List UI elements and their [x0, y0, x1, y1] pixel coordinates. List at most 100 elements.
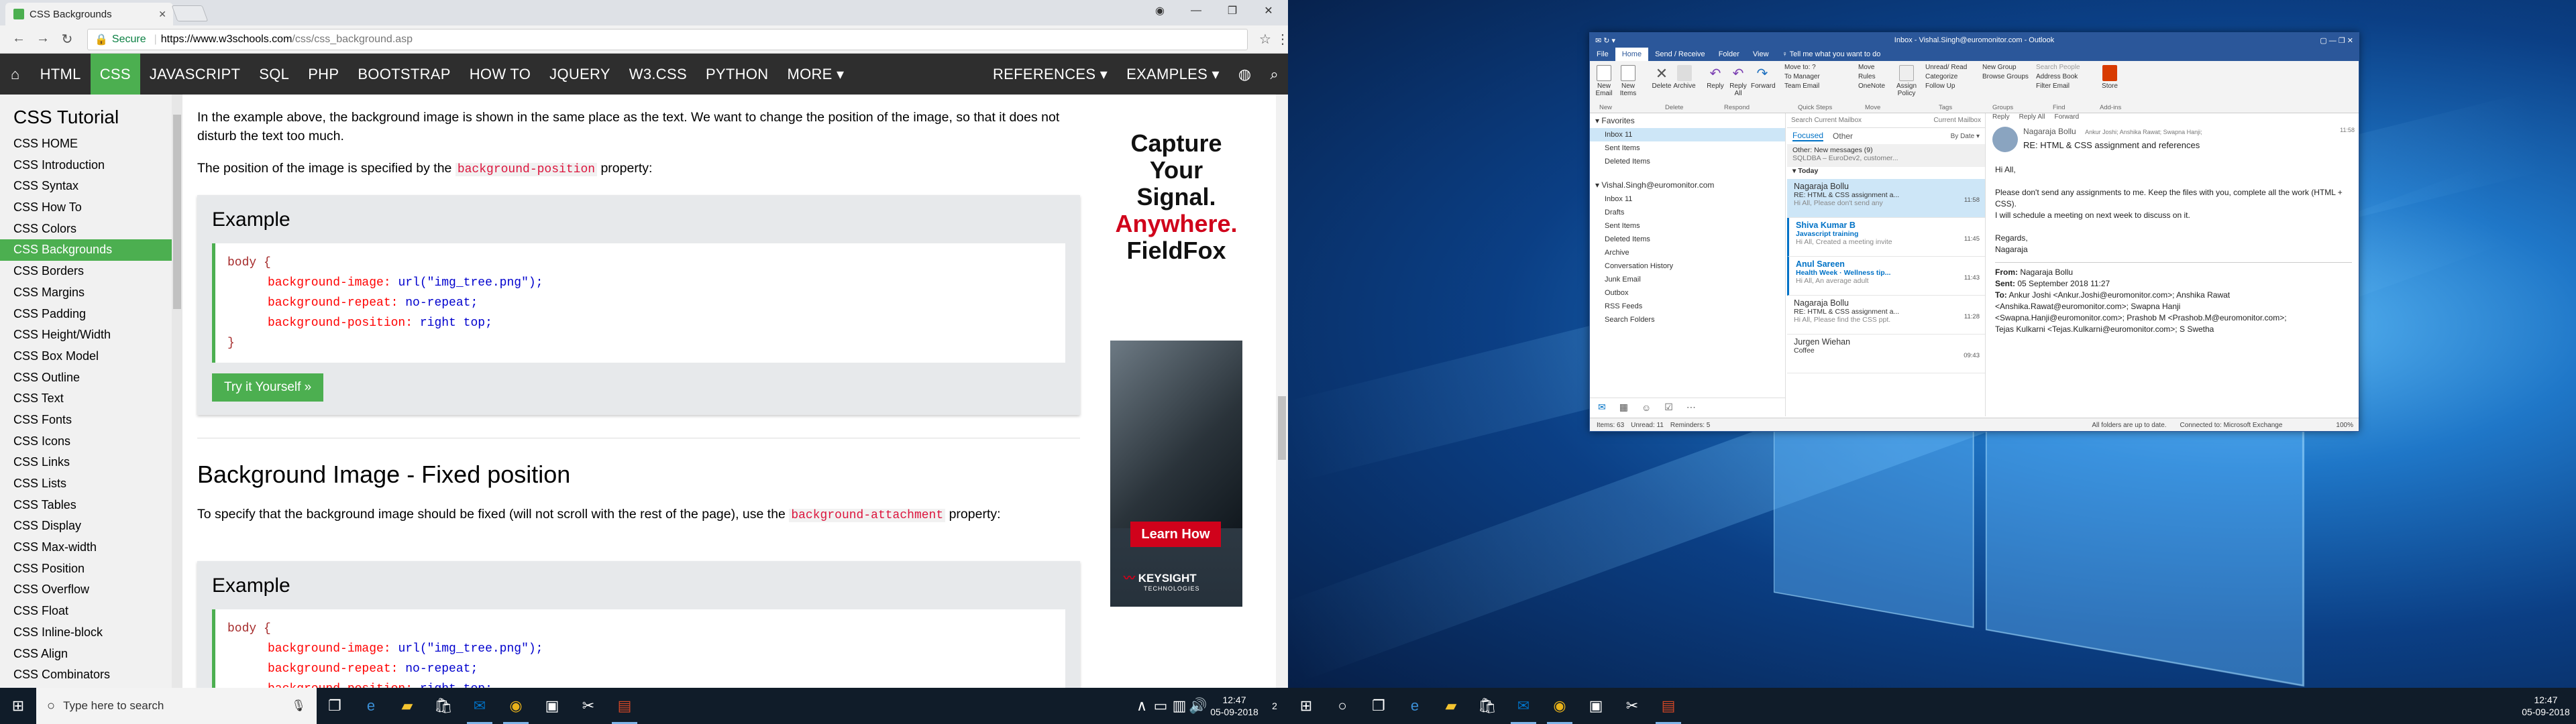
unread-read-button[interactable]: Unread/ Read: [1925, 64, 1967, 71]
nav-examples[interactable]: EXAMPLES ▾: [1117, 54, 1229, 95]
network-icon[interactable]: ▥: [1170, 688, 1189, 724]
status-reminders[interactable]: Reminders: 5: [1670, 422, 1710, 429]
store-button[interactable]: Store: [2098, 65, 2121, 90]
message-item[interactable]: Nagaraja Bollu RE: HTML & CSS assignment …: [1787, 179, 1985, 218]
quickstep-move-to[interactable]: Move to: ?: [1784, 64, 1816, 71]
nav-sql[interactable]: SQL: [250, 54, 299, 95]
nav-howto[interactable]: HOW TO: [460, 54, 540, 95]
back-icon[interactable]: ←: [9, 31, 28, 46]
sidebar-item[interactable]: CSS Position: [0, 558, 182, 580]
close-tab-icon[interactable]: ✕: [158, 9, 166, 20]
nav-css[interactable]: CSS: [90, 54, 140, 95]
task-view-icon[interactable]: ❐: [1360, 688, 1397, 724]
follow-up-button[interactable]: Follow Up: [1925, 82, 1955, 90]
windows-start-icon[interactable]: ⊞: [1288, 688, 1324, 724]
status-zoom[interactable]: 100%: [2336, 422, 2353, 429]
tab-folder[interactable]: Folder: [1712, 48, 1746, 61]
message-item[interactable]: Shiva Kumar B Javascript training Hi All, …: [1787, 218, 1985, 257]
nav-jquery[interactable]: JQUERY: [540, 54, 620, 95]
photos-icon[interactable]: ▣: [534, 688, 570, 724]
page-scroll-thumb[interactable]: [1278, 396, 1286, 460]
store-icon[interactable]: 🛍: [1469, 688, 1505, 724]
folder-item[interactable]: Search Folders: [1590, 313, 1785, 326]
search-people-input[interactable]: Search People: [2036, 64, 2080, 71]
outlook-icon[interactable]: ✉: [1505, 688, 1542, 724]
reply-all-button[interactable]: ↶ Reply All: [1727, 65, 1750, 97]
page-scrollbar[interactable]: [1276, 95, 1288, 688]
powerpoint-icon[interactable]: ▤: [1650, 688, 1686, 724]
restore-button[interactable]: ❐: [1214, 0, 1250, 21]
edge-icon[interactable]: e: [353, 688, 389, 724]
store-icon[interactable]: 🛍: [425, 688, 462, 724]
forward-icon[interactable]: →: [34, 31, 52, 46]
calendar-icon[interactable]: ▦: [1619, 402, 1628, 413]
action-center-icon[interactable]: 2: [1261, 688, 1288, 724]
new-items-button[interactable]: New Items: [1617, 65, 1640, 97]
clock[interactable]: 12:47 05-09-2018: [2516, 694, 2576, 718]
tab-send-receive[interactable]: Send / Receive: [1648, 48, 1712, 61]
tab-file[interactable]: File: [1590, 48, 1615, 61]
browser-tab[interactable]: CSS Backgrounds ✕: [5, 3, 173, 25]
forward-action[interactable]: Forward: [2054, 113, 2079, 124]
message-item[interactable]: Nagaraja Bollu RE: HTML & CSS assignment …: [1787, 296, 1985, 335]
reload-icon[interactable]: ↻: [58, 31, 76, 48]
nav-php[interactable]: PHP: [299, 54, 348, 95]
reply-button[interactable]: ↶ Reply: [1704, 65, 1727, 90]
people-icon[interactable]: ☺: [1642, 402, 1651, 413]
advertisement[interactable]: Capture Your Signal. Anywhere. FieldFox …: [1110, 106, 1242, 607]
tab-other[interactable]: Other: [1833, 131, 1853, 141]
powerpoint-icon[interactable]: ▤: [606, 688, 643, 724]
microphone-icon[interactable]: 🎙: [291, 699, 306, 713]
more-icon[interactable]: ⋯: [1686, 402, 1696, 413]
window-controls[interactable]: ▢ — ❐ ✕: [2320, 36, 2353, 45]
nav-more[interactable]: MORE ▾: [777, 54, 853, 95]
search-icon[interactable]: ⌕: [1260, 54, 1288, 95]
sidebar-item[interactable]: CSS Links: [0, 452, 182, 473]
nav-bootstrap[interactable]: BOOTSTRAP: [348, 54, 460, 95]
nav-html[interactable]: HTML: [31, 54, 91, 95]
mail-icon[interactable]: ✉: [1598, 402, 1606, 413]
assign-policy-button[interactable]: Assign Policy: [1893, 65, 1920, 97]
nav-references[interactable]: REFERENCES ▾: [983, 54, 1117, 95]
quickstep-team-email[interactable]: Team Email: [1784, 82, 1819, 90]
sort-dropdown[interactable]: By Date ▾: [1951, 133, 1980, 140]
file-explorer-icon[interactable]: ▰: [389, 688, 425, 724]
filter-email-button[interactable]: Filter Email: [2036, 82, 2070, 90]
globe-icon[interactable]: ◍: [1229, 54, 1261, 95]
tray-chevron-icon[interactable]: ∧: [1132, 688, 1151, 724]
sidebar-item[interactable]: CSS Overflow: [0, 579, 182, 601]
nav-w3css[interactable]: W3.CSS: [620, 54, 696, 95]
sidebar-item[interactable]: CSS Margins: [0, 282, 182, 304]
chrome-icon[interactable]: ◉: [498, 688, 534, 724]
photos-icon[interactable]: ▣: [1578, 688, 1614, 724]
tell-me-box[interactable]: ♀ Tell me what you want to do: [1776, 48, 1888, 61]
folder-item[interactable]: Conversation History: [1590, 259, 1785, 273]
reply-action[interactable]: Reply: [1992, 113, 2010, 124]
snipping-tool-icon[interactable]: ✂: [570, 688, 606, 724]
address-book-button[interactable]: Address Book: [2036, 73, 2078, 80]
try-it-yourself-button[interactable]: Try it Yourself »: [212, 373, 324, 402]
onenote-button[interactable]: OneNote: [1858, 82, 1885, 90]
sidebar-item[interactable]: CSS Box Model: [0, 346, 182, 367]
move-button[interactable]: Move: [1858, 64, 1874, 71]
new-tab-button[interactable]: [171, 5, 209, 21]
tab-home[interactable]: Home: [1615, 48, 1649, 61]
sidebar-item[interactable]: CSS Tables: [0, 495, 182, 516]
sidebar-item[interactable]: CSS Text: [0, 388, 182, 410]
edge-icon[interactable]: e: [1397, 688, 1433, 724]
archive-button[interactable]: Archive: [1673, 65, 1696, 90]
clock[interactable]: 12:47 05-09-2018: [1208, 694, 1261, 718]
ad-learn-how-button[interactable]: Learn How: [1130, 522, 1221, 547]
sidebar-item[interactable]: CSS Inline-block: [0, 622, 182, 644]
nav-javascript[interactable]: JAVASCRIPT: [140, 54, 250, 95]
close-window-button[interactable]: ✕: [1250, 0, 1287, 21]
sidebar-item[interactable]: CSS Combinators: [0, 664, 182, 686]
mailbox-search[interactable]: Search Current Mailbox Current Mailbox: [1787, 113, 1985, 128]
folder-item[interactable]: Deleted Items: [1590, 233, 1785, 246]
sidebar-item[interactable]: CSS Borders: [0, 261, 182, 282]
folder-item[interactable]: Archive: [1590, 246, 1785, 259]
minimize-button[interactable]: —: [1178, 0, 1214, 21]
group-header-today[interactable]: ▾ Today: [1787, 167, 1985, 179]
bookmark-star-icon[interactable]: ☆: [1256, 31, 1275, 48]
address-bar[interactable]: 🔒 Secure | https://www.w3schools.com /cs…: [87, 29, 1248, 50]
